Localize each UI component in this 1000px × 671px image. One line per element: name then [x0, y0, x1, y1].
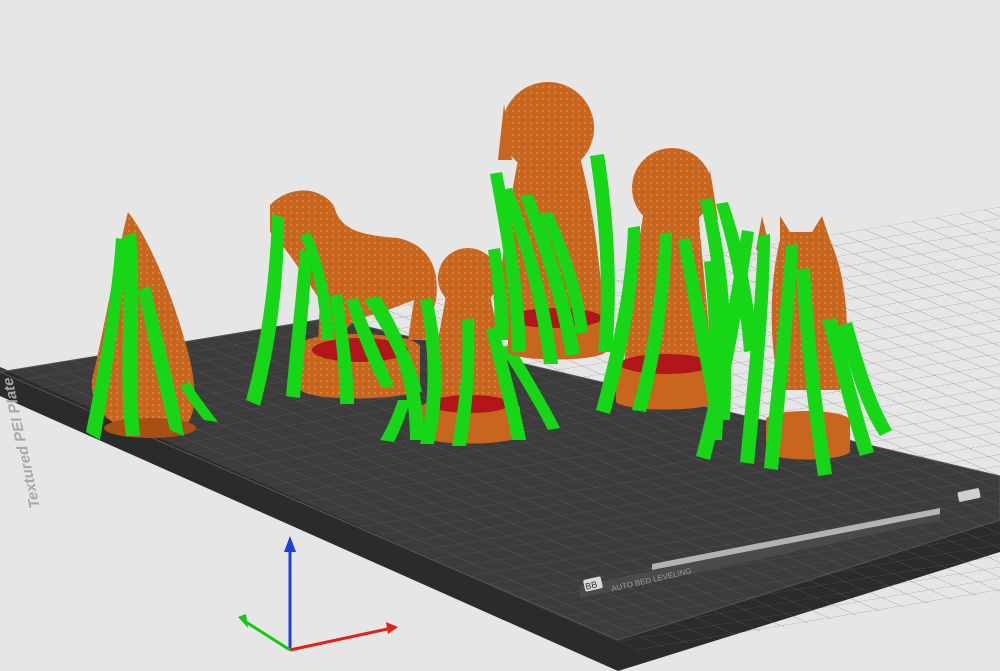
y-axis-arrow: [238, 614, 248, 628]
y-axis: [245, 620, 291, 652]
x-axis-arrow: [386, 622, 398, 634]
x-axis: [289, 626, 393, 652]
print-bed-scene[interactable]: BB AUTO BED LEVELING Textured PEI Plate: [0, 0, 1000, 671]
z-axis-arrow: [284, 536, 296, 552]
3d-viewport[interactable]: BB AUTO BED LEVELING Textured PEI Plate: [0, 0, 1000, 671]
